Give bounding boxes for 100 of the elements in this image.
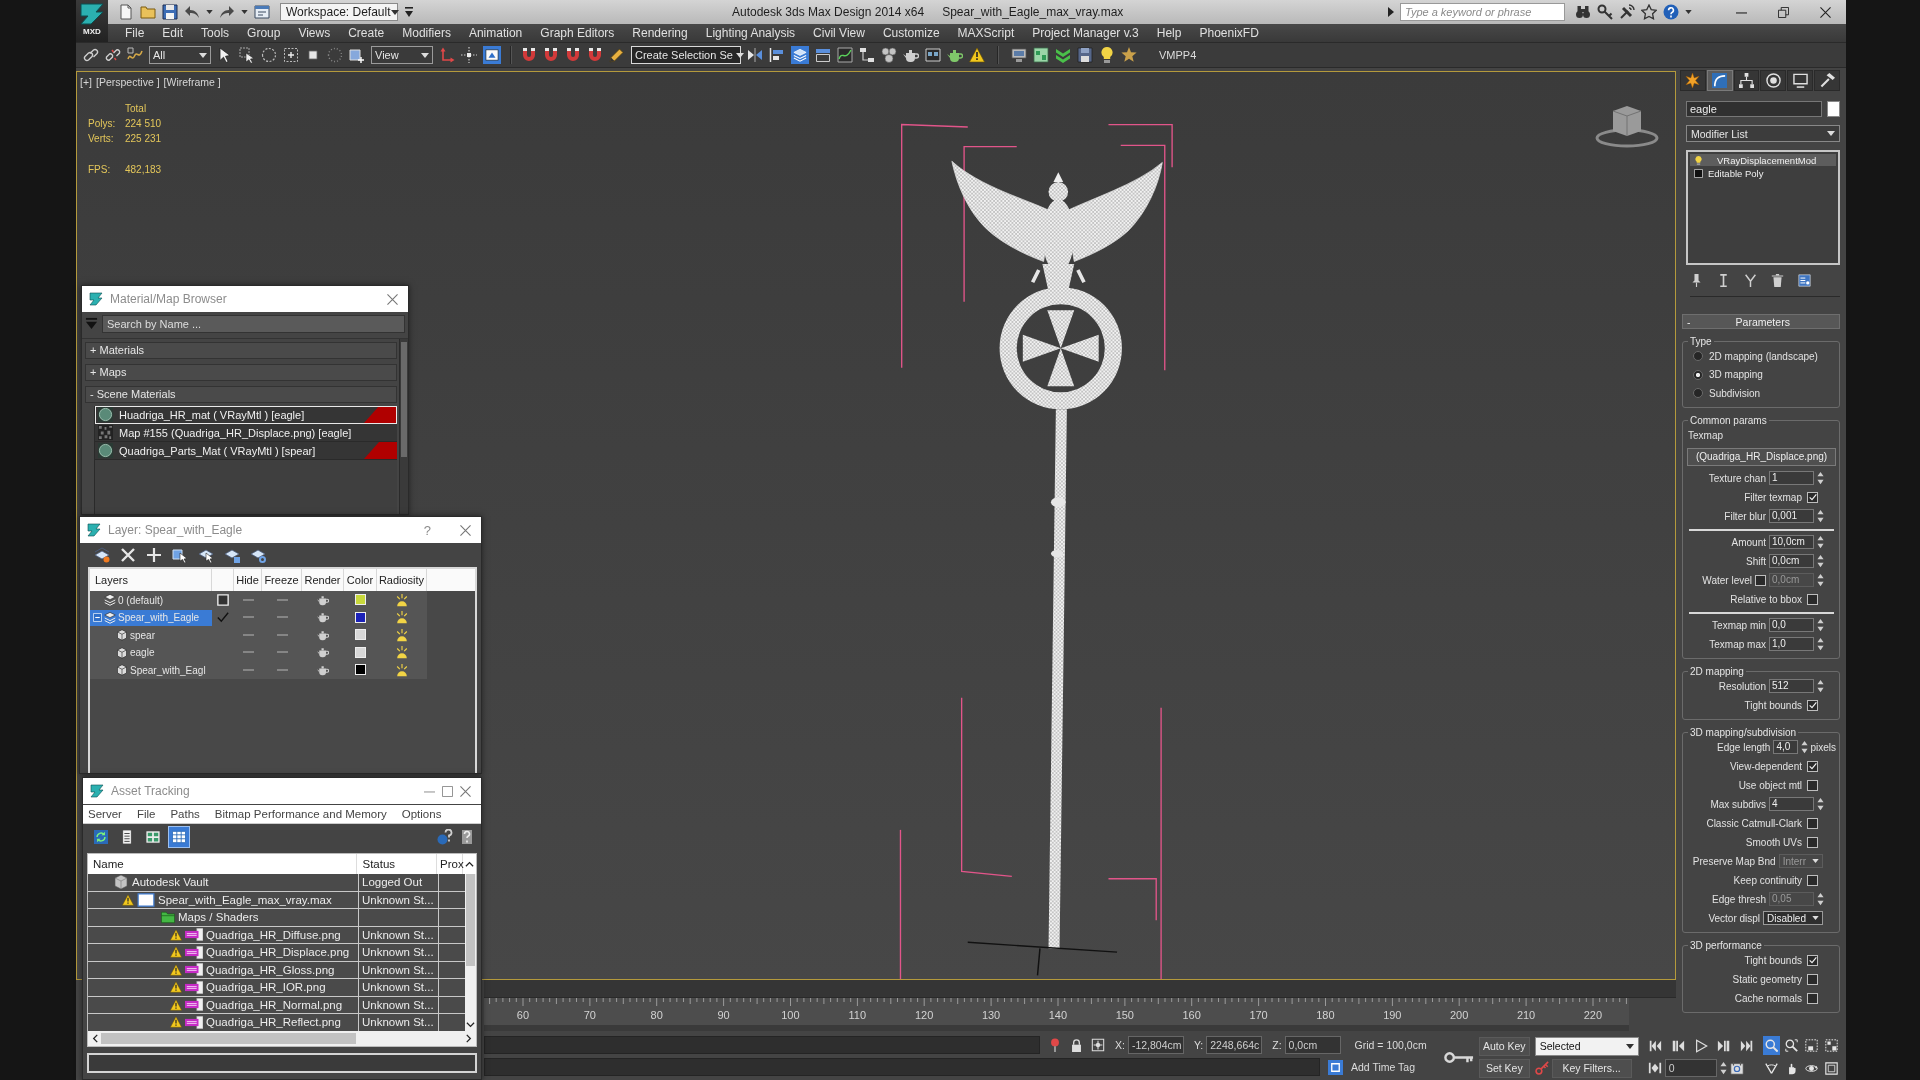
teapot-icon[interactable] (317, 611, 329, 624)
time-slider-bar[interactable] (484, 980, 1676, 998)
warning-icon[interactable] (969, 47, 985, 63)
frame-field[interactable]: 0 (1664, 1059, 1717, 1077)
menu-item[interactable]: Help (1147, 26, 1191, 40)
key-filters-button[interactable]: Key Filters... (1551, 1058, 1632, 1078)
modifier-stack-item[interactable]: Editable Poly (1690, 167, 1836, 179)
curve-graph-icon[interactable] (837, 47, 853, 63)
menu-item[interactable]: Group (238, 26, 290, 40)
coordinate-field[interactable]: -12,804cm (1127, 1036, 1184, 1054)
key-set-dropdown[interactable]: Selected (1534, 1036, 1639, 1056)
close-icon[interactable] (460, 785, 471, 797)
scrollbar-thumb[interactable] (401, 342, 407, 457)
ribbon-panel-icon[interactable] (815, 47, 831, 63)
scrollbar[interactable] (465, 874, 476, 1031)
color-swatch[interactable] (355, 629, 366, 641)
menu-item[interactable]: Lighting Analysis (696, 26, 805, 40)
calendar-icon[interactable] (1729, 1061, 1744, 1075)
navigation-button[interactable] (1802, 1036, 1820, 1055)
panel-tab[interactable] (1733, 70, 1760, 91)
layer-item[interactable]: eagle (90, 644, 212, 661)
window-icon[interactable] (254, 4, 270, 20)
cursor-box-icon[interactable] (239, 47, 255, 63)
pin-icon[interactable] (1690, 274, 1703, 287)
menu-item[interactable]: Civil View (804, 26, 874, 40)
checkbox[interactable] (1807, 817, 1818, 829)
radio-button[interactable] (1693, 388, 1703, 399)
teapot-icon[interactable] (317, 663, 329, 676)
color-swatch[interactable] (355, 611, 366, 623)
crosshair-box-icon[interactable] (1091, 1038, 1105, 1052)
selection-filter-dropdown[interactable]: All (149, 46, 211, 64)
teapot-icon[interactable] (317, 628, 329, 641)
spinner-field[interactable]: 10,0cm (1769, 535, 1814, 549)
magnet-icon[interactable] (565, 47, 581, 63)
rollout-header[interactable]: - Parameters (1682, 314, 1840, 329)
coordinate-system-dropdown[interactable]: View (371, 46, 433, 64)
spinner-arrows-icon[interactable] (1817, 554, 1824, 568)
skip-end-icon[interactable] (1739, 1039, 1754, 1053)
menu-item[interactable]: Bitmap Performance and Memory (214, 808, 387, 820)
dashed-square-icon[interactable] (283, 47, 299, 63)
save-icon[interactable] (162, 4, 178, 20)
chain-link-icon[interactable] (83, 47, 99, 63)
group-header[interactable]: + Materials (85, 342, 397, 359)
panel-tab[interactable] (1760, 70, 1787, 91)
spinner-arrows-icon[interactable] (1801, 740, 1809, 754)
checkbox-label[interactable]: Filter texmap (1744, 491, 1802, 503)
window-title-bar[interactable]: Material/Map Browser (82, 286, 408, 312)
checkbox[interactable] (1807, 760, 1818, 772)
spheres-icon[interactable] (881, 47, 897, 63)
panel-tab[interactable] (1787, 70, 1814, 91)
asset-row[interactable]: Quadriga_HR_IOR.png Unknown St... (88, 979, 465, 997)
navigation-button[interactable] (1822, 1036, 1840, 1055)
spinner-field[interactable]: 0,0cm (1769, 554, 1814, 568)
coordinate-field[interactable]: 0,0cm (1284, 1036, 1341, 1054)
monitor-icon[interactable] (1011, 47, 1027, 63)
workspace-dropdown[interactable]: Workspace: Default (280, 3, 398, 21)
panel-tab[interactable] (1680, 70, 1706, 91)
spinner-arrows-icon[interactable] (1817, 509, 1824, 523)
teapot-icon[interactable] (317, 593, 329, 606)
node-diagram-icon[interactable] (859, 47, 875, 63)
checkbox[interactable] (1807, 491, 1818, 503)
radio-button[interactable] (1693, 369, 1703, 380)
layer-cursor-icon[interactable] (198, 547, 214, 563)
teapot-icon[interactable] (317, 646, 329, 659)
checkbox-label[interactable]: Use object mtl (1738, 779, 1802, 791)
plus-icon[interactable] (146, 547, 162, 563)
coordinate-field[interactable]: 2248,664c (1206, 1036, 1263, 1054)
i-beam-icon[interactable] (1717, 274, 1730, 287)
time-tag-label[interactable]: Add Time Tag (1351, 1061, 1415, 1073)
asset-row[interactable]: Quadriga_HR_Reflect.png Unknown St... (88, 1014, 465, 1031)
scrollbar-thumb[interactable] (101, 1033, 356, 1044)
set-key-button[interactable]: Set Key (1479, 1058, 1530, 1078)
menu-item[interactable]: Rendering (623, 26, 697, 40)
spinner-arrows-icon[interactable] (1817, 618, 1824, 632)
view-mode-button[interactable] (91, 827, 111, 847)
spinner-arrows-icon[interactable] (1817, 797, 1824, 811)
skip-start-icon[interactable] (1647, 1039, 1662, 1053)
named-selection-combo[interactable]: Create Selection Se (631, 46, 741, 64)
lightbulb-icon[interactable] (1099, 47, 1115, 63)
checkbox-label[interactable]: Relative to bbox (1730, 593, 1802, 605)
axis-arrows-icon[interactable] (439, 47, 455, 63)
checkbox-label[interactable]: View-dependent (1729, 760, 1802, 772)
application-button[interactable]: MXD (76, 0, 108, 42)
window-plus-icon[interactable] (349, 47, 365, 63)
trash-icon[interactable] (1771, 274, 1784, 287)
spinner-field[interactable]: 512 (1769, 679, 1814, 693)
list-gear-icon[interactable] (1798, 274, 1811, 287)
delete-icon[interactable] (120, 547, 136, 563)
binoculars-icon[interactable] (1575, 4, 1591, 20)
spinner-arrows-icon[interactable] (1817, 471, 1824, 485)
folder-icon[interactable] (140, 4, 156, 20)
navigation-button[interactable] (1822, 1059, 1840, 1078)
pushpin-icon[interactable] (1048, 1038, 1062, 1052)
help-icon[interactable] (1663, 4, 1679, 20)
help-button[interactable]: ? (423, 522, 431, 538)
spinner-field[interactable]: 4 (1769, 797, 1814, 811)
checkbox[interactable] (1807, 874, 1818, 886)
window-title-bar[interactable]: Asset Tracking (83, 778, 481, 804)
menu-caret-icon[interactable] (404, 6, 414, 18)
layer-item[interactable]: spear (90, 627, 212, 643)
